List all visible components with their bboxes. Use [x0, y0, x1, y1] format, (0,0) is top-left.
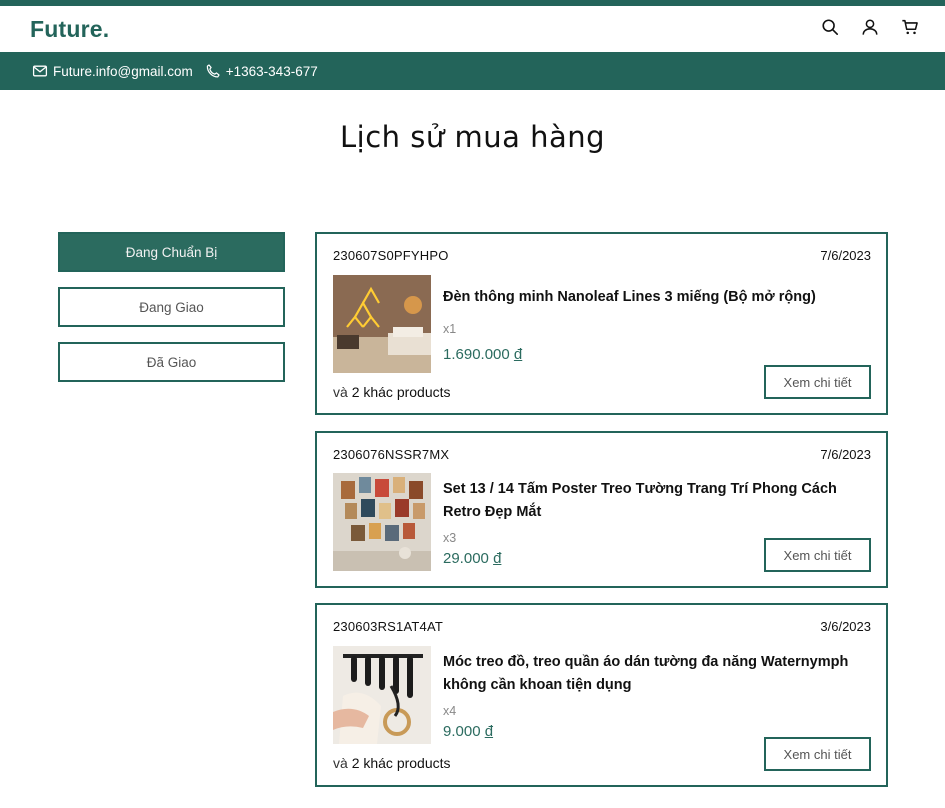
product-name[interactable]: Đèn thông minh Nanoleaf Lines 3 miếng (B… — [443, 286, 863, 309]
product-name[interactable]: Móc treo đồ, treo quần áo dán tường đa n… — [443, 651, 863, 697]
product-image[interactable] — [333, 473, 431, 571]
order-date: 7/6/2023 — [820, 248, 871, 263]
product-price: 29.000 đ — [443, 550, 502, 567]
contact-phone[interactable]: +1363-343-677 — [205, 63, 318, 79]
cart-icon[interactable] — [901, 18, 919, 36]
site-header: Future. — [0, 6, 945, 52]
contact-email[interactable]: Future.info@gmail.com — [32, 63, 193, 79]
filter-preparing-button[interactable]: Đang Chuẩn Bị — [58, 232, 285, 272]
product-name[interactable]: Set 13 / 14 Tấm Poster Treo Tường Trang … — [443, 478, 863, 524]
product-quantity: x4 — [443, 704, 457, 718]
product-price: 9.000 đ — [443, 723, 494, 740]
order-id: 230607S0PFYHPO — [333, 248, 449, 263]
order-id: 230603RS1AT4AT — [333, 619, 443, 634]
order-date: 3/6/2023 — [820, 619, 871, 634]
view-details-button[interactable]: Xem chi tiết — [764, 538, 871, 572]
view-details-button[interactable]: Xem chi tiết — [764, 365, 871, 399]
more-products-text: và 2 khác products — [333, 755, 451, 771]
order-id: 2306076NSSR7MX — [333, 447, 450, 462]
more-products-text: và 2 khác products — [333, 384, 451, 400]
email-text: Future.info@gmail.com — [53, 63, 193, 79]
view-details-button[interactable]: Xem chi tiết — [764, 737, 871, 771]
filter-delivered-button[interactable]: Đã Giao — [58, 342, 285, 382]
order-date: 7/6/2023 — [820, 447, 871, 462]
order-card: 230607S0PFYHPO 7/6/2023 Đèn thông minh N… — [315, 232, 888, 415]
product-image[interactable] — [333, 646, 431, 744]
contact-bar: Future.info@gmail.com +1363-343-677 — [0, 52, 945, 90]
order-card: 2306076NSSR7MX 7/6/2023 Set 13 / 14 Tấm … — [315, 431, 888, 588]
product-quantity: x3 — [443, 531, 457, 545]
phone-icon — [206, 64, 220, 78]
order-card: 230603RS1AT4AT 3/6/2023 Móc treo đồ, tre… — [315, 603, 888, 787]
search-icon[interactable] — [821, 18, 839, 36]
product-image[interactable] — [333, 275, 431, 373]
user-icon[interactable] — [861, 18, 879, 36]
phone-text: +1363-343-677 — [225, 63, 318, 79]
brand-logo[interactable]: Future. — [30, 16, 109, 43]
mail-icon — [32, 65, 48, 77]
filter-shipping-button[interactable]: Đang Giao — [58, 287, 285, 327]
product-quantity: x1 — [443, 322, 457, 336]
header-icons — [821, 18, 919, 36]
product-price: 1.690.000 đ — [443, 346, 523, 363]
page-title: Lịch sử mua hàng — [339, 120, 606, 154]
